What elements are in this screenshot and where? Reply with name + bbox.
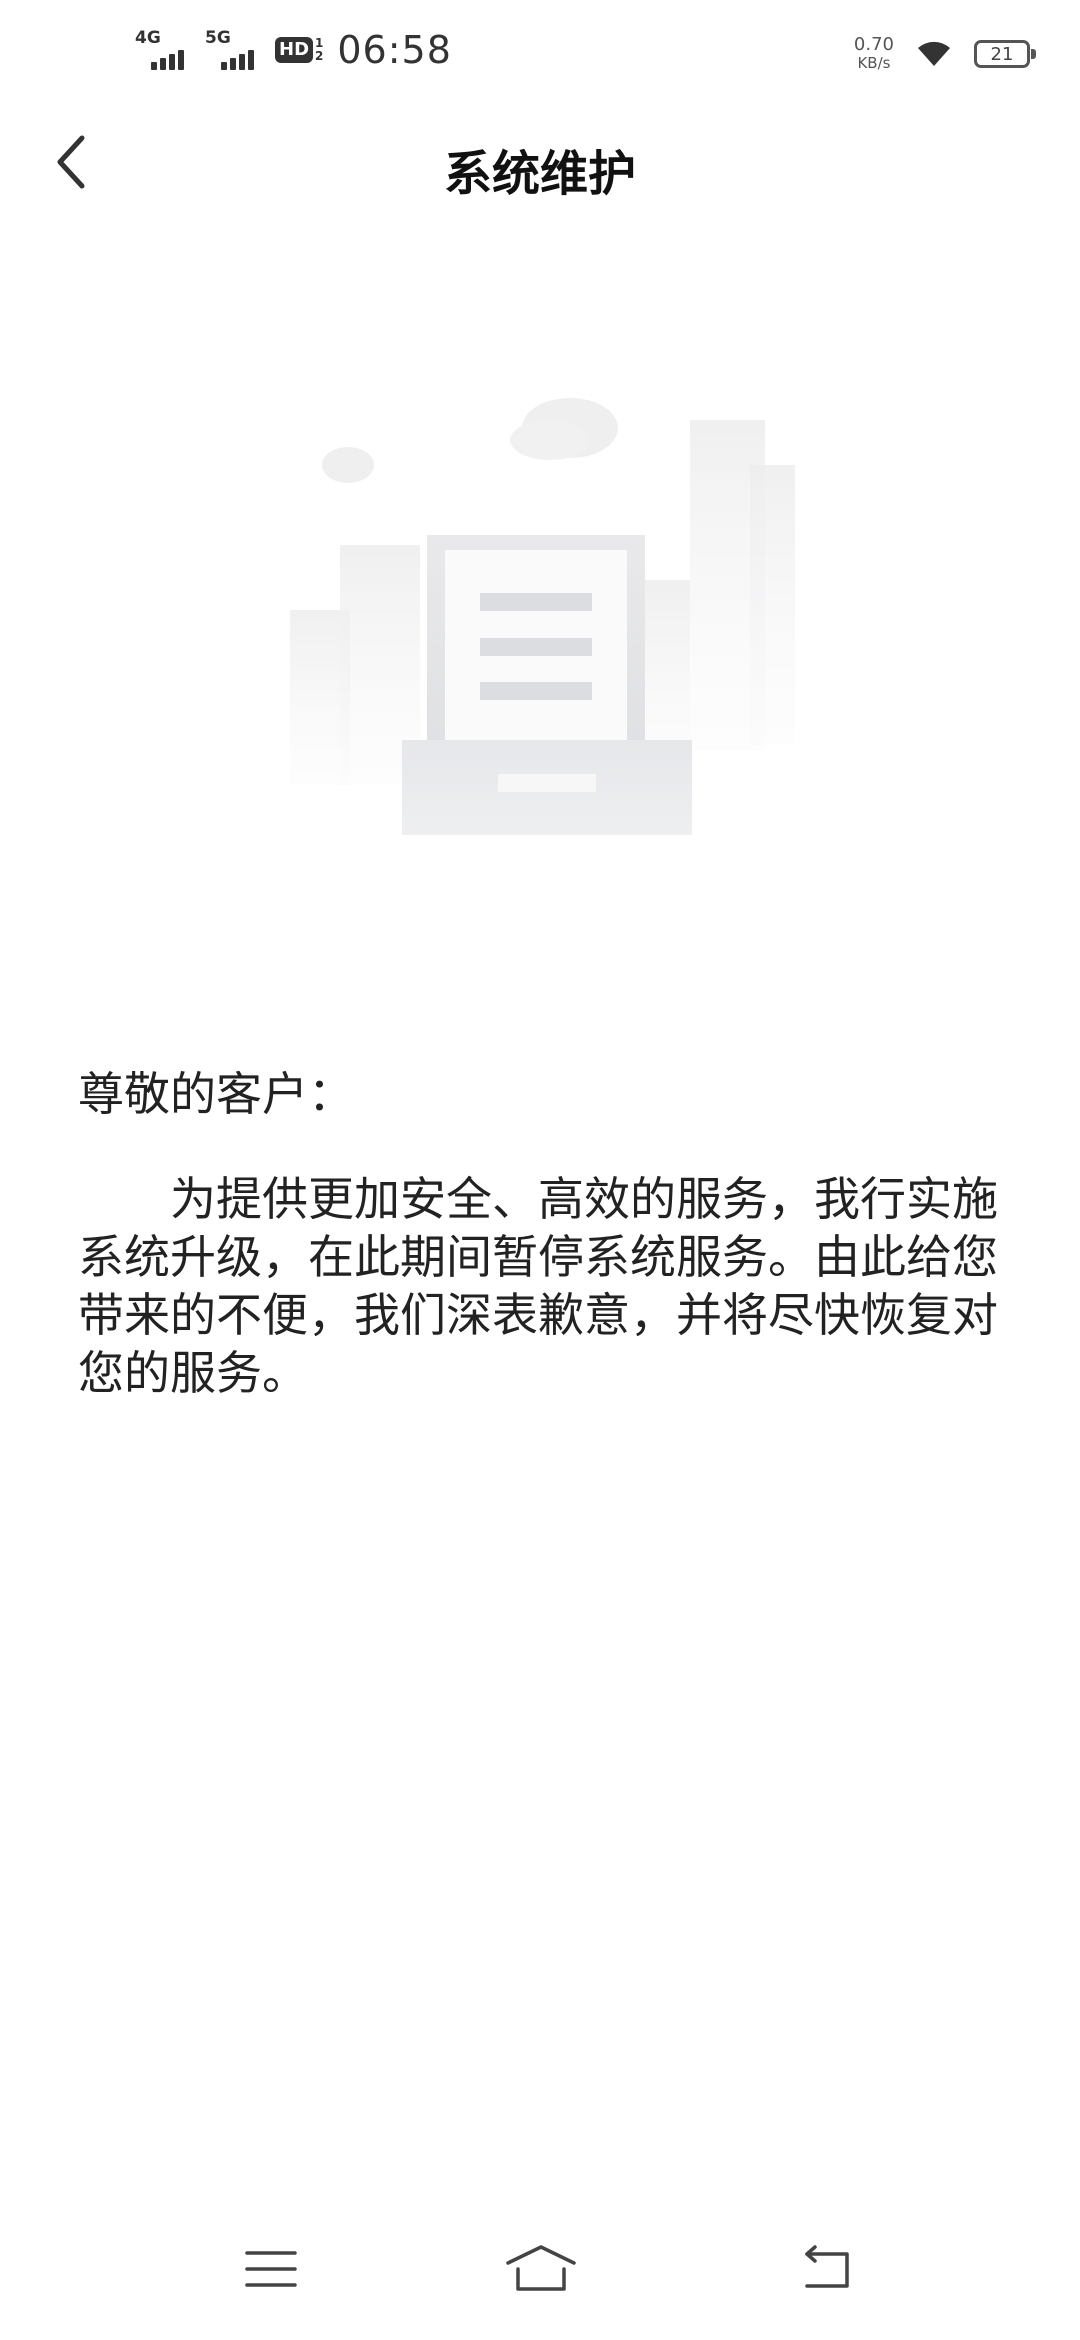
notice-greeting: 尊敬的客户： (78, 1067, 354, 1121)
hd-icon: HD 1 2 (275, 37, 323, 63)
home-icon (506, 2245, 576, 2291)
battery-level: 21 (990, 43, 1014, 65)
signal-icon: 4G (135, 28, 191, 72)
menu-icon (245, 2251, 297, 2287)
wifi-icon (914, 36, 954, 72)
network-label-1: 4G (135, 28, 161, 48)
status-right: 0.70 KB/s 21 (853, 34, 1036, 73)
page-title: 系统维护 (443, 146, 636, 202)
clock: 06:58 (337, 28, 452, 72)
back-icon (805, 2245, 849, 2288)
speed-unit: KB/s (857, 54, 891, 72)
battery-icon: 21 (974, 40, 1036, 68)
speed-value: 0.70 (853, 34, 894, 55)
notice-body: 为提供更加安全、高效的服务，我行实施系统升级，在此期间暂停系统服务。由此给您带来… (78, 1172, 998, 1400)
navigation-bar (0, 2210, 1080, 2340)
page: 4G 5G HD 1 2 06:58 0.70 KB/s 21 系统维护 尊敬的… (0, 0, 1080, 2340)
header: 系统维护 (0, 100, 1080, 230)
hd-label: HD (275, 37, 314, 63)
status-left: 4G 5G HD 1 2 06:58 (135, 28, 452, 72)
menu-button[interactable] (226, 2234, 316, 2304)
network-label-2: 5G (205, 28, 231, 48)
hd-sub-2: 2 (315, 49, 324, 63)
network-speed: 0.70 KB/s (853, 34, 894, 73)
status-bar: 4G 5G HD 1 2 06:58 0.70 KB/s 21 (0, 0, 1080, 100)
home-button[interactable] (496, 2234, 586, 2304)
signal-icon: 5G (205, 28, 261, 72)
maintenance-illustration (270, 370, 830, 850)
back-nav-button[interactable] (782, 2234, 872, 2304)
